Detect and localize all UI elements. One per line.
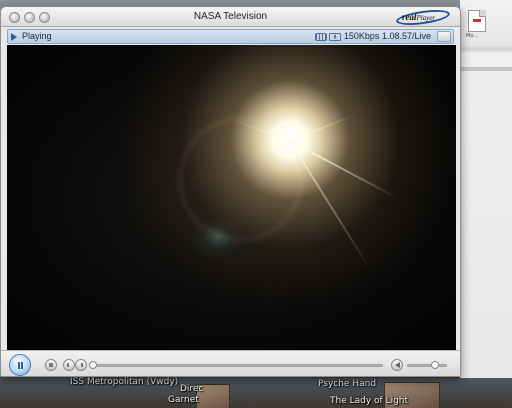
realplayer-window: NASA Television realPlayer Playing ▮ 150… xyxy=(0,6,461,377)
stream-info: 150Kbps 1.08.57/Live xyxy=(344,31,431,41)
hd-icon: ▮ xyxy=(329,33,341,41)
seek-slider[interactable] xyxy=(93,364,383,367)
live-label: Live xyxy=(414,31,431,41)
window-title: NASA Television xyxy=(193,11,268,22)
desktop-label[interactable]: Garnet xyxy=(168,395,199,405)
desktop-label[interactable]: The Lady of Light xyxy=(330,396,408,406)
transport-controls xyxy=(1,350,460,376)
volume-handle[interactable] xyxy=(431,361,439,369)
bitrate-label: 150Kbps xyxy=(343,31,380,41)
volume-slider[interactable] xyxy=(407,364,447,367)
title-bar[interactable]: NASA Television realPlayer xyxy=(1,7,460,28)
play-state-icon xyxy=(11,33,17,41)
forward-button[interactable] xyxy=(75,359,87,371)
seek-handle[interactable] xyxy=(89,361,97,369)
signal-icon xyxy=(315,33,327,41)
time-label: 1.08.57/ xyxy=(381,31,415,41)
brand-name: real xyxy=(402,12,417,22)
file-icon[interactable] xyxy=(468,10,486,32)
pause-button[interactable] xyxy=(9,354,31,376)
file-name: Mo... xyxy=(466,33,479,39)
stop-button[interactable] xyxy=(45,359,57,371)
volume-icon[interactable] xyxy=(391,359,403,371)
desktop-label[interactable]: Psyche Hand xyxy=(318,379,376,389)
eclipse-video-frame xyxy=(7,45,456,350)
desktop-label[interactable]: Direc xyxy=(180,384,203,394)
playback-status: Playing xyxy=(22,31,52,41)
realplayer-logo: realPlayer xyxy=(395,7,452,28)
rewind-button[interactable] xyxy=(63,359,75,371)
status-bar: Playing ▮ 150Kbps 1.08.57/Live xyxy=(7,29,454,44)
video-display[interactable] xyxy=(7,45,456,350)
background-window xyxy=(460,0,512,378)
now-playing-toggle-button[interactable] xyxy=(437,31,451,42)
desktop-label[interactable]: ISS Metropolitan (Vwdy) xyxy=(70,377,178,387)
brand-suffix: Player xyxy=(416,14,436,22)
